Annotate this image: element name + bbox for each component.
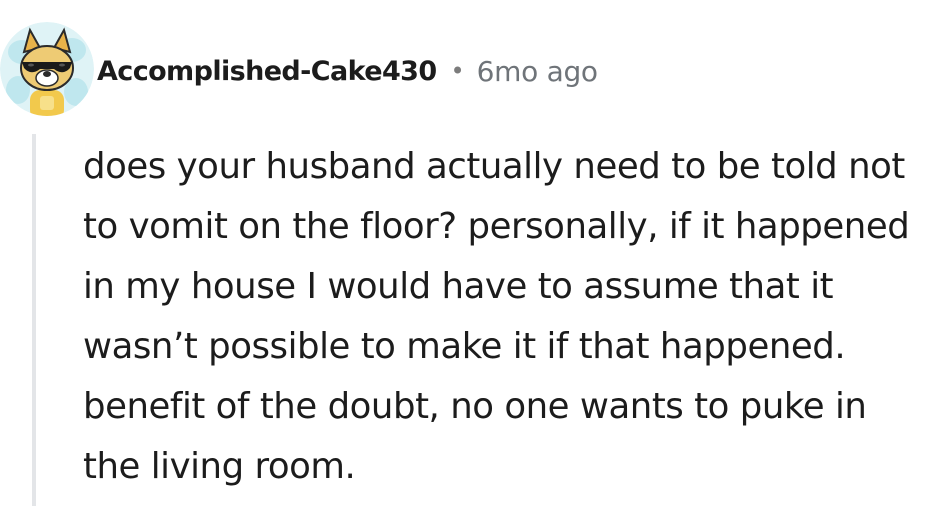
comment-header: Accomplished-Cake430 • 6mo ago (97, 48, 598, 94)
thread-line[interactable] (32, 134, 36, 506)
meta-separator: • (450, 57, 465, 85)
comment-timestamp[interactable]: 6mo ago (477, 55, 598, 88)
avatar[interactable] (0, 22, 94, 116)
comment-body: does your husband actually need to be to… (83, 146, 910, 487)
dog-avatar-icon (0, 22, 94, 116)
comment: Accomplished-Cake430 • 6mo ago does your… (0, 0, 927, 506)
author-username[interactable]: Accomplished-Cake430 (97, 56, 437, 87)
